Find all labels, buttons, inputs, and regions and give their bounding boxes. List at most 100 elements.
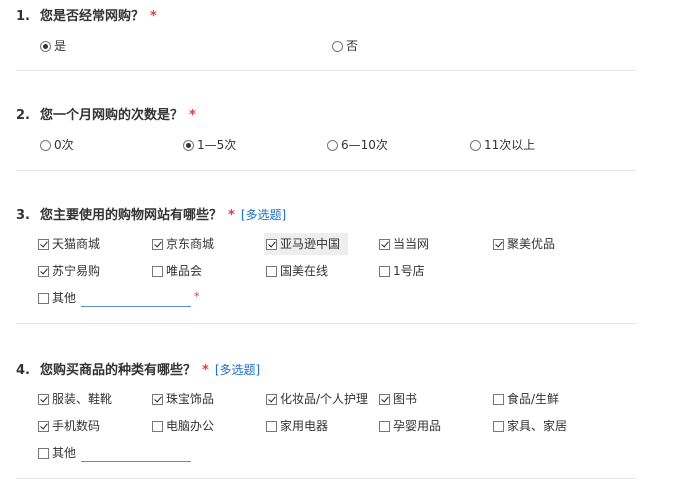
option-label: 珠宝饰品 [166,392,215,406]
question-3-title: 3. 您主要使用的购物网站有哪些？ * [多选题] [16,206,286,224]
checkbox[interactable] [266,420,277,432]
checkbox[interactable] [493,238,504,250]
checkbox[interactable] [379,393,390,405]
option-label: 化妆品/个人护理 [280,392,369,406]
q4-other-input[interactable] [81,446,191,462]
question-number: 2. [16,108,30,123]
checkbox[interactable] [38,292,49,304]
q4-option-2[interactable]: 化妆品/个人护理 [266,390,368,408]
required-asterisk: * [194,290,200,303]
option-label: 图书 [393,392,418,406]
option-label: 孕婴用品 [393,419,442,433]
checkbox[interactable] [266,238,277,250]
q3-option-7[interactable]: 国美在线 [266,262,328,280]
required-asterisk: * [189,108,196,123]
radio-button[interactable] [40,40,51,52]
checkbox[interactable] [38,238,49,250]
q3-option-0[interactable]: 天猫商城 [38,235,100,253]
question-2-title: 2. 您一个月网购的次数是？ * [16,107,196,125]
q2-option-3[interactable]: 11次以上 [470,136,535,154]
q1-option-no[interactable]: 否 [332,37,358,55]
option-label: 电脑办公 [166,419,215,433]
q4-option-3[interactable]: 图书 [379,390,417,408]
option-label: 苏宁易购 [52,264,101,278]
q4-option-5[interactable]: 手机数码 [38,417,100,435]
question-text: 您是否经常网购？ [40,9,145,24]
q4-option-1[interactable]: 珠宝饰品 [152,390,214,408]
checkbox[interactable] [38,265,49,277]
option-label: 6—10次 [341,138,388,152]
divider [16,478,636,479]
option-label: 1—5次 [197,138,237,152]
q3-option-other[interactable]: 其他 [38,289,76,307]
checkbox[interactable] [152,265,163,277]
q4-option-other[interactable]: 其他 [38,444,76,462]
option-label: 0次 [54,138,74,152]
radio-button[interactable] [470,139,481,151]
option-label: 家用电器 [280,419,329,433]
option-label: 服装、鞋靴 [52,392,113,406]
checkbox[interactable] [379,265,390,277]
checkbox[interactable] [38,420,49,432]
checkbox[interactable] [38,393,49,405]
option-label: 其他 [52,446,77,460]
q4-option-8[interactable]: 孕婴用品 [379,417,441,435]
checkbox[interactable] [493,393,504,405]
multi-select-tag: [多选题] [240,208,287,222]
question-text: 您购买商品的种类有哪些？ [40,363,197,378]
required-asterisk: * [202,363,209,378]
option-label: 聚美优品 [507,237,556,251]
option-label: 是 [54,39,67,53]
divider [16,170,636,171]
checkbox[interactable] [266,393,277,405]
option-label: 1号店 [393,264,425,278]
option-label: 当当网 [393,237,430,251]
q3-other-input[interactable] [81,291,191,307]
option-label: 国美在线 [280,264,329,278]
q2-option-0[interactable]: 0次 [40,136,74,154]
q4-option-0[interactable]: 服装、鞋靴 [38,390,112,408]
checkbox[interactable] [379,238,390,250]
q3-option-6[interactable]: 唯品会 [152,262,202,280]
option-label: 唯品会 [166,264,203,278]
q3-option-4[interactable]: 聚美优品 [493,235,555,253]
q4-option-6[interactable]: 电脑办公 [152,417,214,435]
question-number: 4. [16,363,30,378]
q3-option-8[interactable]: 1号店 [379,262,425,280]
q2-option-1[interactable]: 1—5次 [183,136,236,154]
radio-button[interactable] [183,139,194,151]
q2-option-2[interactable]: 6—10次 [327,136,388,154]
radio-button[interactable] [327,139,338,151]
option-label: 天猫商城 [52,237,101,251]
option-label: 11次以上 [484,138,536,152]
q4-option-7[interactable]: 家用电器 [266,417,328,435]
question-1-title: 1. 您是否经常网购？ * [16,8,157,26]
option-label: 否 [346,39,359,53]
q3-option-2[interactable]: 亚马逊中国 [264,233,349,255]
checkbox[interactable] [152,420,163,432]
checkbox[interactable] [38,447,49,459]
required-asterisk: * [228,208,235,223]
question-text: 您主要使用的购物网站有哪些？ [40,208,223,223]
q3-option-1[interactable]: 京东商城 [152,235,214,253]
q4-option-9[interactable]: 家具、家居 [493,417,567,435]
radio-button[interactable] [332,40,343,52]
q3-option-3[interactable]: 当当网 [379,235,429,253]
q3-option-5[interactable]: 苏宁易购 [38,262,100,280]
required-asterisk: * [150,9,157,24]
question-4-title: 4. 您购买商品的种类有哪些？ * [多选题] [16,361,260,379]
q1-option-yes[interactable]: 是 [40,37,66,55]
option-label: 亚马逊中国 [280,237,341,251]
q4-option-4[interactable]: 食品/生鲜 [493,390,559,408]
radio-button[interactable] [40,139,51,151]
option-label: 家具、家居 [507,419,568,433]
option-label: 京东商城 [166,237,215,251]
checkbox[interactable] [152,393,163,405]
question-number: 3. [16,208,30,223]
checkbox[interactable] [266,265,277,277]
checkbox[interactable] [152,238,163,250]
checkbox[interactable] [379,420,390,432]
question-number: 1. [16,9,30,24]
divider [16,323,636,324]
checkbox[interactable] [493,420,504,432]
